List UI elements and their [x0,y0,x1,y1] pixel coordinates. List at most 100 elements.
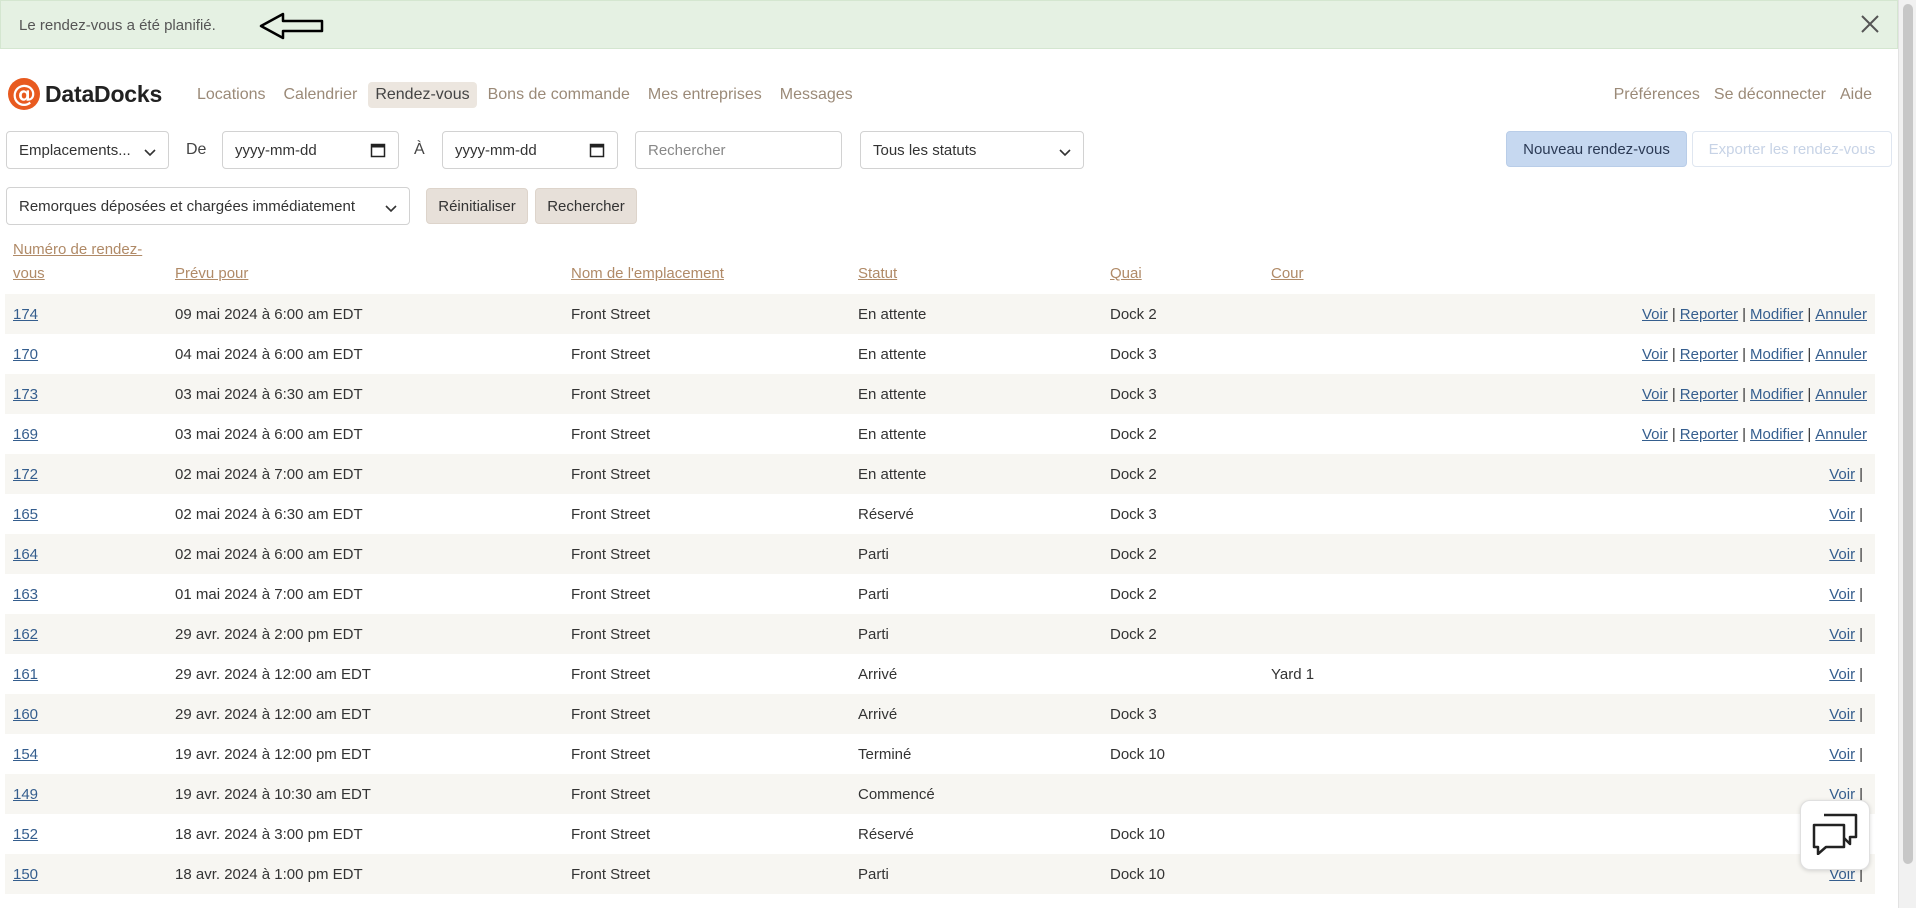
column-header-location[interactable]: Nom de l'emplacement [563,230,850,294]
table-row: 154 19 avr. 2024 à 12:00 pm EDT Front Stre… [5,734,1875,774]
view-link[interactable]: Voir [1829,626,1855,643]
view-link[interactable]: Voir [1642,426,1668,443]
cell-actions: Voir| [1463,574,1875,614]
reschedule-link[interactable]: Reporter [1680,306,1738,323]
cell-location: Front Street [571,305,651,323]
trailer-type-select[interactable]: Remorques déposées et chargées immédiate… [6,187,410,225]
scrollbar-thumb[interactable] [1903,4,1913,864]
appointment-id-link[interactable]: 161 [13,666,38,683]
nav-link-my-companies[interactable]: Mes entreprises [641,82,769,108]
appointment-id-link[interactable]: 170 [13,346,38,363]
search-input[interactable]: Rechercher [635,131,842,169]
chevron-down-icon [144,145,156,162]
nav-link-logout[interactable]: Se déconnecter [1714,86,1826,104]
separator: | [1742,385,1747,403]
view-link[interactable]: Voir [1829,706,1855,723]
arrow-left-icon [259,11,325,45]
cell-location: Front Street [571,385,651,403]
column-header-number[interactable]: Numéro de rendez-vous [5,230,167,294]
edit-link[interactable]: Modifier [1750,426,1803,443]
column-header-yard[interactable]: Cour [1263,230,1463,294]
column-header-dock[interactable]: Quai [1102,230,1263,294]
new-appointment-button[interactable]: Nouveau rendez-vous [1506,131,1687,167]
cell-yard [1263,894,1463,908]
appointment-id-link[interactable]: 154 [13,746,38,763]
calendar-icon[interactable] [370,142,386,162]
cell-dock: Dock 10 [1110,745,1166,763]
cell-status: Parti [858,585,889,603]
appointment-id-link[interactable]: 173 [13,386,38,403]
edit-link[interactable]: Modifier [1750,306,1803,323]
cell-scheduled: 03 mai 2024 à 6:00 am EDT [175,425,363,443]
view-link[interactable]: Voir [1829,666,1855,683]
appointment-id-link[interactable]: 160 [13,706,38,723]
appointment-id-link[interactable]: 152 [13,826,38,843]
view-link[interactable]: Voir [1829,546,1855,563]
appointment-id-link[interactable]: 164 [13,546,38,563]
nav-link-preferences[interactable]: Préférences [1614,86,1700,104]
view-link[interactable]: Voir [1642,346,1668,363]
nav-link-purchase-orders[interactable]: Bons de commande [481,82,637,108]
edit-link[interactable]: Modifier [1750,346,1803,363]
export-appointments-button[interactable]: Exporter les rendez-vous [1692,131,1892,167]
reschedule-link[interactable]: Reporter [1680,426,1738,443]
cell-scheduled: 02 mai 2024 à 6:00 am EDT [175,545,363,563]
appointment-id-link[interactable]: 162 [13,626,38,643]
cell-yard [1263,414,1463,454]
column-header-status[interactable]: Statut [850,230,1102,294]
to-date-input[interactable]: yyyy-mm-dd [442,131,618,169]
from-date-input[interactable]: yyyy-mm-dd [222,131,399,169]
calendar-icon[interactable] [589,142,605,162]
cancel-link[interactable]: Annuler [1815,386,1867,403]
nav-link-locations[interactable]: Locations [190,82,273,108]
table-row: 152 18 avr. 2024 à 3:00 pm EDT Front Stree… [5,814,1875,854]
locations-select[interactable]: Emplacements... [6,131,169,169]
brand-logo[interactable]: @ DataDocks [8,78,162,110]
separator: | [1859,705,1863,723]
edit-link[interactable]: Modifier [1750,386,1803,403]
reschedule-link[interactable]: Reporter [1680,346,1738,363]
separator: | [1859,505,1863,523]
reset-button[interactable]: Réinitialiser [426,188,528,224]
appointment-id-link[interactable]: 163 [13,586,38,603]
cancel-link[interactable]: Annuler [1815,426,1867,443]
status-select[interactable]: Tous les statuts [860,131,1084,169]
nav-link-appointments[interactable]: Rendez-vous [368,82,477,108]
cancel-link[interactable]: Annuler [1815,346,1867,363]
cell-number: 160 [5,694,167,734]
cell-location: Front Street [571,665,651,683]
cell-number: 153 [5,894,167,908]
nav-link-messages[interactable]: Messages [773,82,860,108]
cancel-link[interactable]: Annuler [1815,306,1867,323]
view-link[interactable]: Voir [1642,386,1668,403]
reschedule-link[interactable]: Reporter [1680,386,1738,403]
close-icon[interactable] [1859,13,1881,39]
cell-number: 149 [5,774,167,814]
view-link[interactable]: Voir [1829,746,1855,763]
search-button[interactable]: Rechercher [535,188,637,224]
nav-link-calendar[interactable]: Calendrier [277,82,365,108]
view-link[interactable]: Voir [1642,306,1668,323]
appointment-id-link[interactable]: 169 [13,426,38,443]
table-row: 163 01 mai 2024 à 7:00 am EDT Front Street… [5,574,1875,614]
cell-yard [1263,814,1463,854]
column-header-scheduled[interactable]: Prévu pour [167,230,563,294]
cell-dock: Dock 3 [1110,385,1157,403]
nav-link-help[interactable]: Aide [1840,86,1872,104]
cell-status: Terminé [858,745,912,763]
appointment-id-link[interactable]: 149 [13,786,38,803]
appointment-id-link[interactable]: 172 [13,466,38,483]
view-link[interactable]: Voir [1829,506,1855,523]
appointment-id-link[interactable]: 174 [13,306,38,323]
cell-status: Réservé [858,825,914,843]
view-link[interactable]: Voir [1829,466,1855,483]
appointment-id-link[interactable]: 165 [13,506,38,523]
cell-number: 165 [5,494,167,534]
from-date-placeholder: yyyy-mm-dd [235,141,317,159]
appointment-id-link[interactable]: 150 [13,866,38,883]
chat-widget-button[interactable] [1800,800,1870,870]
page-scrollbar[interactable] [1898,0,1916,908]
cell-location: Front Street [571,865,651,883]
status-select-value: Tous les statuts [873,141,977,159]
view-link[interactable]: Voir [1829,586,1855,603]
